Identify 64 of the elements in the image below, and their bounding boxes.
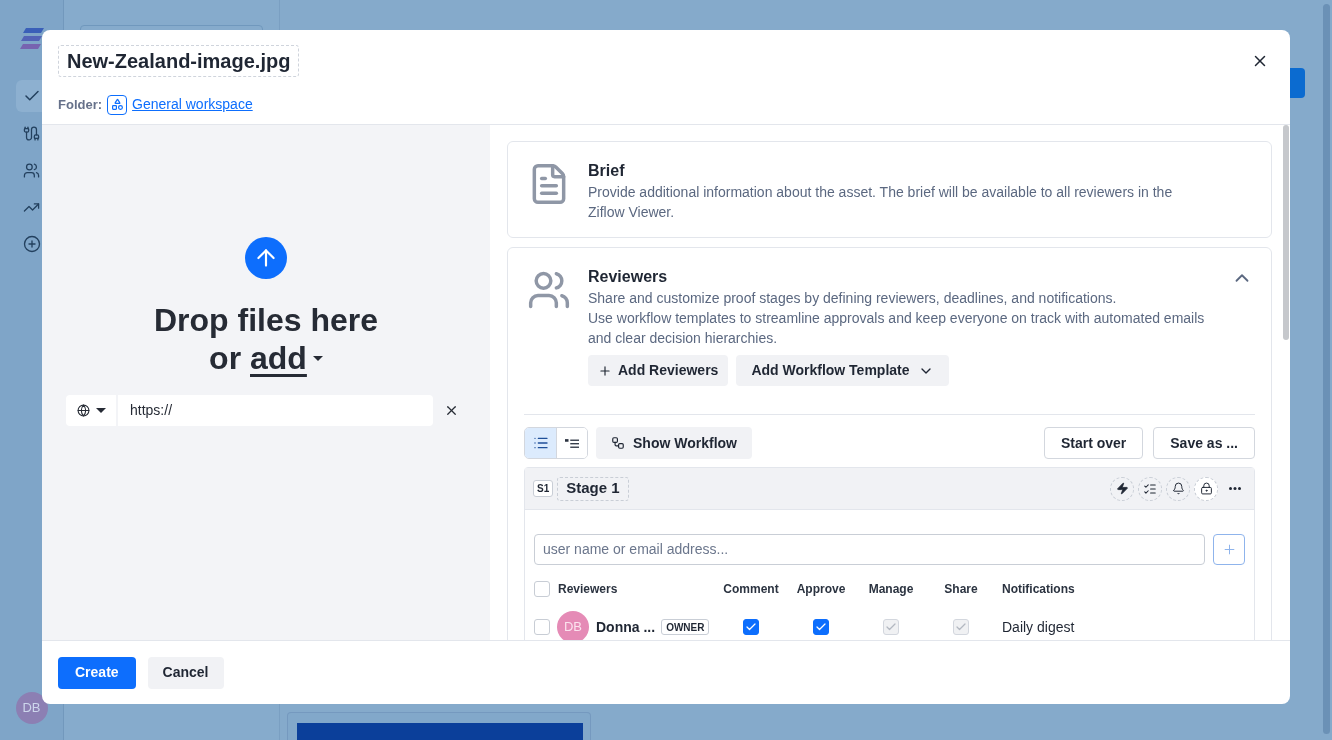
reviewer-input[interactable]: user name or email address... bbox=[534, 534, 1205, 565]
start-over-button[interactable]: Start over bbox=[1043, 427, 1144, 459]
page-scrollbar[interactable] bbox=[1323, 4, 1330, 734]
owner-badge: OWNER bbox=[661, 619, 710, 635]
globe-icon bbox=[76, 404, 90, 417]
bell-icon bbox=[1171, 482, 1185, 495]
brief-description: Provide additional information about the asset. The brief will be available to all reviewers in the Ziflow Viewer. bbox=[588, 183, 1174, 222]
reviewers-description: Share and customize proof stages by defining reviewers, deadlines, and notifications. bbox=[588, 289, 1118, 308]
column-header: Share bbox=[944, 581, 978, 598]
add-reviewers-button[interactable]: Add Reviewers bbox=[588, 355, 729, 386]
reviewer-avatar: DB bbox=[557, 611, 589, 640]
checklist-icon bbox=[1143, 481, 1157, 496]
url-type-dropdown[interactable] bbox=[66, 395, 116, 426]
folder-label: Folder: bbox=[58, 95, 103, 114]
url-input[interactable]: https:// bbox=[118, 395, 433, 426]
brief-title: Brief bbox=[588, 161, 626, 181]
select-all-checkbox[interactable] bbox=[534, 581, 550, 597]
lightning-icon bbox=[1115, 482, 1129, 495]
logo-icon bbox=[19, 28, 44, 49]
view-mode-button[interactable] bbox=[556, 428, 587, 458]
column-header: Approve bbox=[796, 581, 846, 598]
plus-circle-icon bbox=[22, 235, 41, 253]
brief-card[interactable]: Brief Provide additional information about the asset. The brief will be available to all reviewers in the Ziflow Viewer. bbox=[507, 141, 1272, 238]
drop-zone[interactable]: Drop files here or add https:// bbox=[42, 125, 490, 640]
stage-badge: S1 bbox=[533, 480, 554, 497]
plus-icon bbox=[598, 363, 612, 378]
users-icon bbox=[23, 161, 40, 179]
workflow-template-dropdown[interactable]: Add Workflow Template bbox=[736, 355, 949, 386]
folder-icon bbox=[107, 94, 128, 115]
create-button[interactable]: Create bbox=[58, 656, 136, 689]
permission-checkbox[interactable] bbox=[743, 619, 759, 635]
outline-list-icon bbox=[565, 437, 579, 449]
caret-icon bbox=[312, 355, 323, 361]
view-mode-button[interactable] bbox=[525, 428, 556, 458]
caret-icon bbox=[95, 408, 106, 413]
reviewers-description: Use workflow templates to streamline approvals and keep everyone on track with automated emails and clear decision hierarchies. bbox=[588, 309, 1206, 348]
scrollbar[interactable] bbox=[1283, 125, 1289, 340]
column-header: Comment bbox=[723, 581, 779, 598]
column-header: Reviewers bbox=[558, 581, 618, 598]
lock-button[interactable] bbox=[1194, 476, 1218, 501]
upload-icon bbox=[245, 237, 287, 279]
file-name-title[interactable]: New-Zealand-image.jpg bbox=[58, 45, 300, 77]
ellipsis-icon bbox=[1229, 487, 1241, 490]
column-header: Manage bbox=[868, 581, 914, 598]
column-header: Notifications bbox=[1001, 581, 1076, 598]
save-as-button[interactable]: Save as ... bbox=[1153, 427, 1255, 459]
drop-zone-heading: Drop files here or add bbox=[152, 301, 380, 377]
reviewer-name: Donna ... bbox=[596, 617, 656, 637]
row-checkbox[interactable] bbox=[534, 619, 550, 635]
plus-icon bbox=[1221, 542, 1237, 557]
cancel-button[interactable]: Cancel bbox=[147, 656, 224, 689]
check-icon bbox=[745, 621, 757, 633]
list-icon bbox=[532, 435, 549, 451]
permission-checkbox[interactable] bbox=[813, 619, 829, 635]
stage-name[interactable]: Stage 1 bbox=[557, 476, 629, 501]
lock-icon bbox=[1199, 482, 1213, 495]
add-link[interactable]: add bbox=[250, 339, 323, 377]
folder-link[interactable]: General workspace bbox=[132, 94, 253, 115]
show-workflow-button[interactable]: Show Workflow bbox=[596, 427, 752, 459]
check-icon bbox=[815, 621, 827, 633]
cable-icon bbox=[23, 124, 40, 142]
connected-nodes-icon bbox=[611, 436, 625, 450]
notification-setting: Daily digest bbox=[1001, 617, 1076, 637]
reviewers-title: Reviewers bbox=[588, 267, 669, 287]
